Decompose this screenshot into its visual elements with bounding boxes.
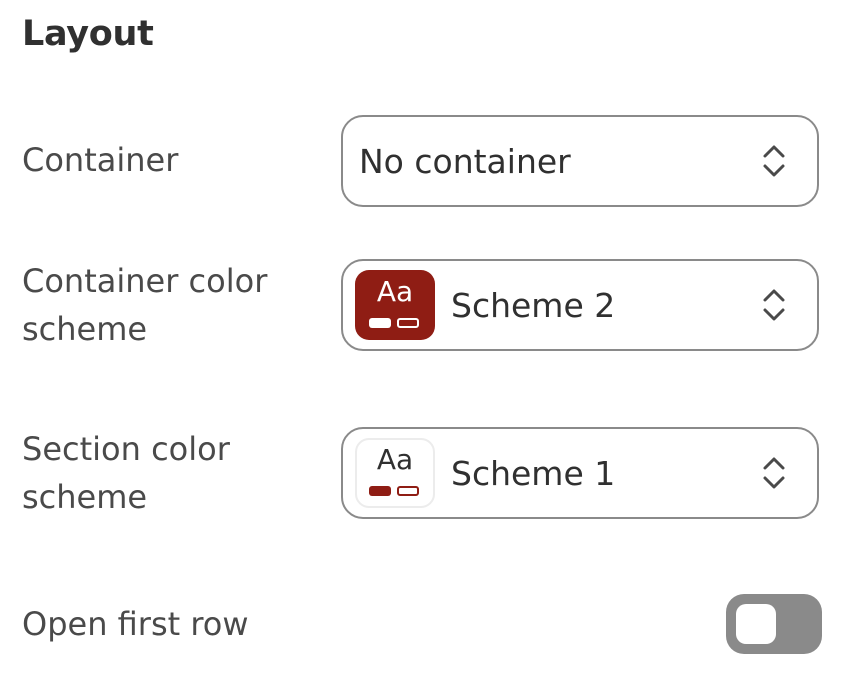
section-color-scheme-label-line2: scheme [22,478,148,516]
container-color-scheme-label: Container color scheme [22,257,322,353]
scheme-1-swatch-icon: Aa [355,438,435,508]
chevron-up-down-icon [763,457,785,489]
section-color-scheme-label: Section color scheme [22,425,322,521]
swatch-outline-pill [397,318,419,328]
section-color-scheme-label-line1: Section color [22,430,230,468]
container-color-scheme-label-line2: scheme [22,310,148,348]
section-title: Layout [22,14,154,54]
container-label: Container [22,141,179,179]
section-color-scheme-select[interactable]: Aa Scheme 1 [341,427,819,519]
scheme-2-swatch-icon: Aa [355,270,435,340]
container-color-scheme-label-line1: Container color [22,262,268,300]
swatch-solid-pill [369,318,391,328]
swatch-outline-pill [397,486,419,496]
container-color-scheme-value: Scheme 2 [451,285,616,325]
container-color-scheme-select[interactable]: Aa Scheme 2 [341,259,819,351]
open-first-row-label: Open first row [22,605,249,643]
chevron-up-down-icon [763,145,785,177]
swatch-aa-text: Aa [376,275,414,308]
open-first-row-toggle[interactable] [726,594,822,654]
swatch-aa-text: Aa [376,443,414,476]
container-select[interactable]: No container [341,115,819,207]
toggle-knob [736,604,776,644]
section-color-scheme-value: Scheme 1 [451,453,616,493]
container-select-value: No container [359,141,571,181]
swatch-solid-pill [369,486,391,496]
layout-settings-panel: Layout Container No container Container … [0,0,852,686]
chevron-up-down-icon [763,289,785,321]
